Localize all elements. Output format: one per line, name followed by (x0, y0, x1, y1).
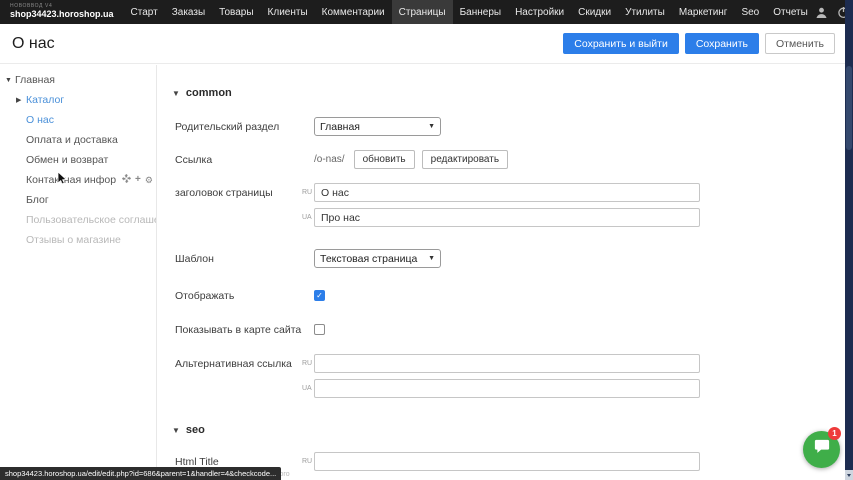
template-label: Шаблон (175, 249, 302, 268)
settings-gear-icon[interactable]: ⚙ (145, 176, 153, 185)
menu-item-marketing[interactable]: Маркетинг (672, 0, 735, 24)
lang-ru-label: RU (302, 452, 314, 479)
template-row: Шаблон Текстовая страница ▼ (158, 249, 845, 268)
link-update-button[interactable]: обновить (354, 150, 415, 169)
page-title-ru-input[interactable] (314, 183, 700, 202)
topbar: НОВОВВОД V4 shop34423.horoshop.ua Старт … (0, 0, 853, 24)
logo-shop-domain: shop34423.horoshop.ua (10, 10, 114, 20)
topbar-menu: Старт Заказы Товары Клиенты Комментарии … (124, 0, 815, 24)
menu-item-kommentarii[interactable]: Комментарии (315, 0, 392, 24)
page-title: О нас (12, 35, 55, 53)
section-collapse-icon: ▼ (172, 426, 180, 435)
pages-tree-sidebar: ▼ Главная ▶ Каталог О нас Оплата и доста… (0, 65, 157, 480)
sidebar-item-oplata-i-dostavka[interactable]: Оплата и доставка (0, 130, 156, 150)
display-row: Отображать ✓ (158, 286, 845, 302)
lang-ru-label: RU (302, 183, 314, 202)
sidebar-item-glavnaya[interactable]: ▼ Главная (0, 70, 156, 90)
sidebar-item-kontaktnaya-informatsiya[interactable]: Контактная инфор + ⚙ (0, 170, 156, 190)
display-label: Отображать (175, 286, 302, 302)
caret-right-icon[interactable]: ▶ (16, 96, 26, 104)
parent-section-select[interactable]: Главная ▼ (314, 117, 441, 136)
alt-link-label: Альтернативная ссылка (175, 354, 302, 373)
html-title-ru-input[interactable] (314, 452, 700, 471)
sidebar-item-o-nas[interactable]: О нас (0, 110, 156, 130)
menu-item-klienty[interactable]: Клиенты (261, 0, 315, 24)
lang-ua-label: UA (302, 208, 314, 227)
menu-item-nastroyki[interactable]: Настройки (508, 0, 571, 24)
cancel-button[interactable]: Отменить (765, 33, 835, 54)
page-header: О нас Сохранить и выйти Сохранить Отмени… (0, 24, 845, 64)
menu-item-tovary[interactable]: Товары (212, 0, 260, 24)
parent-section-row: Родительский раздел Главная ▼ (158, 117, 845, 136)
section-collapse-icon: ▼ (172, 89, 180, 98)
sitemap-row: Показывать в карте сайта ✓ (158, 320, 845, 336)
alt-link-ru-row: Альтернативная ссылка RU (158, 354, 845, 373)
section-seo[interactable]: ▼ seo (172, 424, 845, 436)
page-title-ru-row: заголовок страницы RU (158, 183, 845, 202)
app-logo[interactable]: НОВОВВОД V4 shop34423.horoshop.ua (0, 0, 124, 24)
menu-item-stranitsy[interactable]: Страницы (392, 0, 453, 24)
save-button[interactable]: Сохранить (685, 33, 759, 54)
sidebar-item-otzyvy-o-magazine[interactable]: Отзывы о магазине (0, 230, 156, 250)
page-title-ua-input[interactable] (314, 208, 700, 227)
user-account-icon[interactable] (815, 6, 828, 19)
sitemap-label: Показывать в карте сайта (175, 320, 302, 336)
link-row: Ссылка /o-nas/ обновить редактировать (158, 150, 845, 169)
menu-item-bannery[interactable]: Баннеры (453, 0, 508, 24)
parent-section-label: Родительский раздел (175, 117, 302, 136)
menu-item-zakazy[interactable]: Заказы (165, 0, 212, 24)
page-title-ua-row: UA (158, 208, 845, 227)
display-checkbox[interactable]: ✓ (314, 290, 325, 301)
template-select[interactable]: Текстовая страница ▼ (314, 249, 441, 268)
alt-link-ua-row: UA (158, 379, 845, 398)
menu-item-utility[interactable]: Утилиты (618, 0, 672, 24)
chevron-down-icon: ▼ (428, 123, 435, 130)
sitemap-checkbox[interactable]: ✓ (314, 324, 325, 335)
save-and-exit-button[interactable]: Сохранить и выйти (563, 33, 679, 54)
section-common[interactable]: ▼ common (172, 87, 845, 99)
alt-link-ua-input[interactable] (314, 379, 700, 398)
vertical-scrollbar[interactable] (845, 0, 853, 480)
menu-item-start[interactable]: Старт (124, 0, 165, 24)
alt-link-ru-input[interactable] (314, 354, 700, 373)
chevron-down-icon: ▼ (428, 255, 435, 262)
link-value: /o-nas/ (314, 150, 345, 169)
lang-ru-label: RU (302, 354, 314, 373)
link-label: Ссылка (175, 150, 302, 169)
sidebar-item-polzovatelskoe-soglashenie[interactable]: Пользовательское соглашение (0, 210, 156, 230)
sidebar-item-obmen-i-vozvrat[interactable]: Обмен и возврат (0, 150, 156, 170)
menu-item-skidki[interactable]: Скидки (571, 0, 618, 24)
lang-ua-label: UA (302, 379, 314, 398)
menu-item-otchety[interactable]: Отчеты (766, 0, 815, 24)
sidebar-item-blog[interactable]: Блог (0, 190, 156, 210)
link-edit-button[interactable]: редактировать (422, 150, 508, 169)
page-title-label: заголовок страницы (175, 183, 302, 202)
chat-bubble-icon (813, 439, 831, 460)
chat-widget-button[interactable]: 1 (803, 431, 840, 468)
caret-down-icon[interactable]: ▼ (5, 77, 15, 84)
add-page-icon[interactable]: + (135, 175, 141, 185)
scrollbar-thumb[interactable] (846, 66, 852, 150)
chat-unread-badge: 1 (828, 427, 841, 440)
move-icon[interactable] (122, 174, 131, 186)
browser-status-url: shop34423.horoshop.ua/edit/edit.php?id=6… (0, 467, 281, 480)
page-edit-form: ▼ common Родительский раздел Главная ▼ С… (158, 65, 845, 480)
scrollbar-down-arrow[interactable] (845, 470, 853, 480)
sidebar-item-katalog[interactable]: ▶ Каталог (0, 90, 156, 110)
menu-item-seo[interactable]: Seo (734, 0, 766, 24)
